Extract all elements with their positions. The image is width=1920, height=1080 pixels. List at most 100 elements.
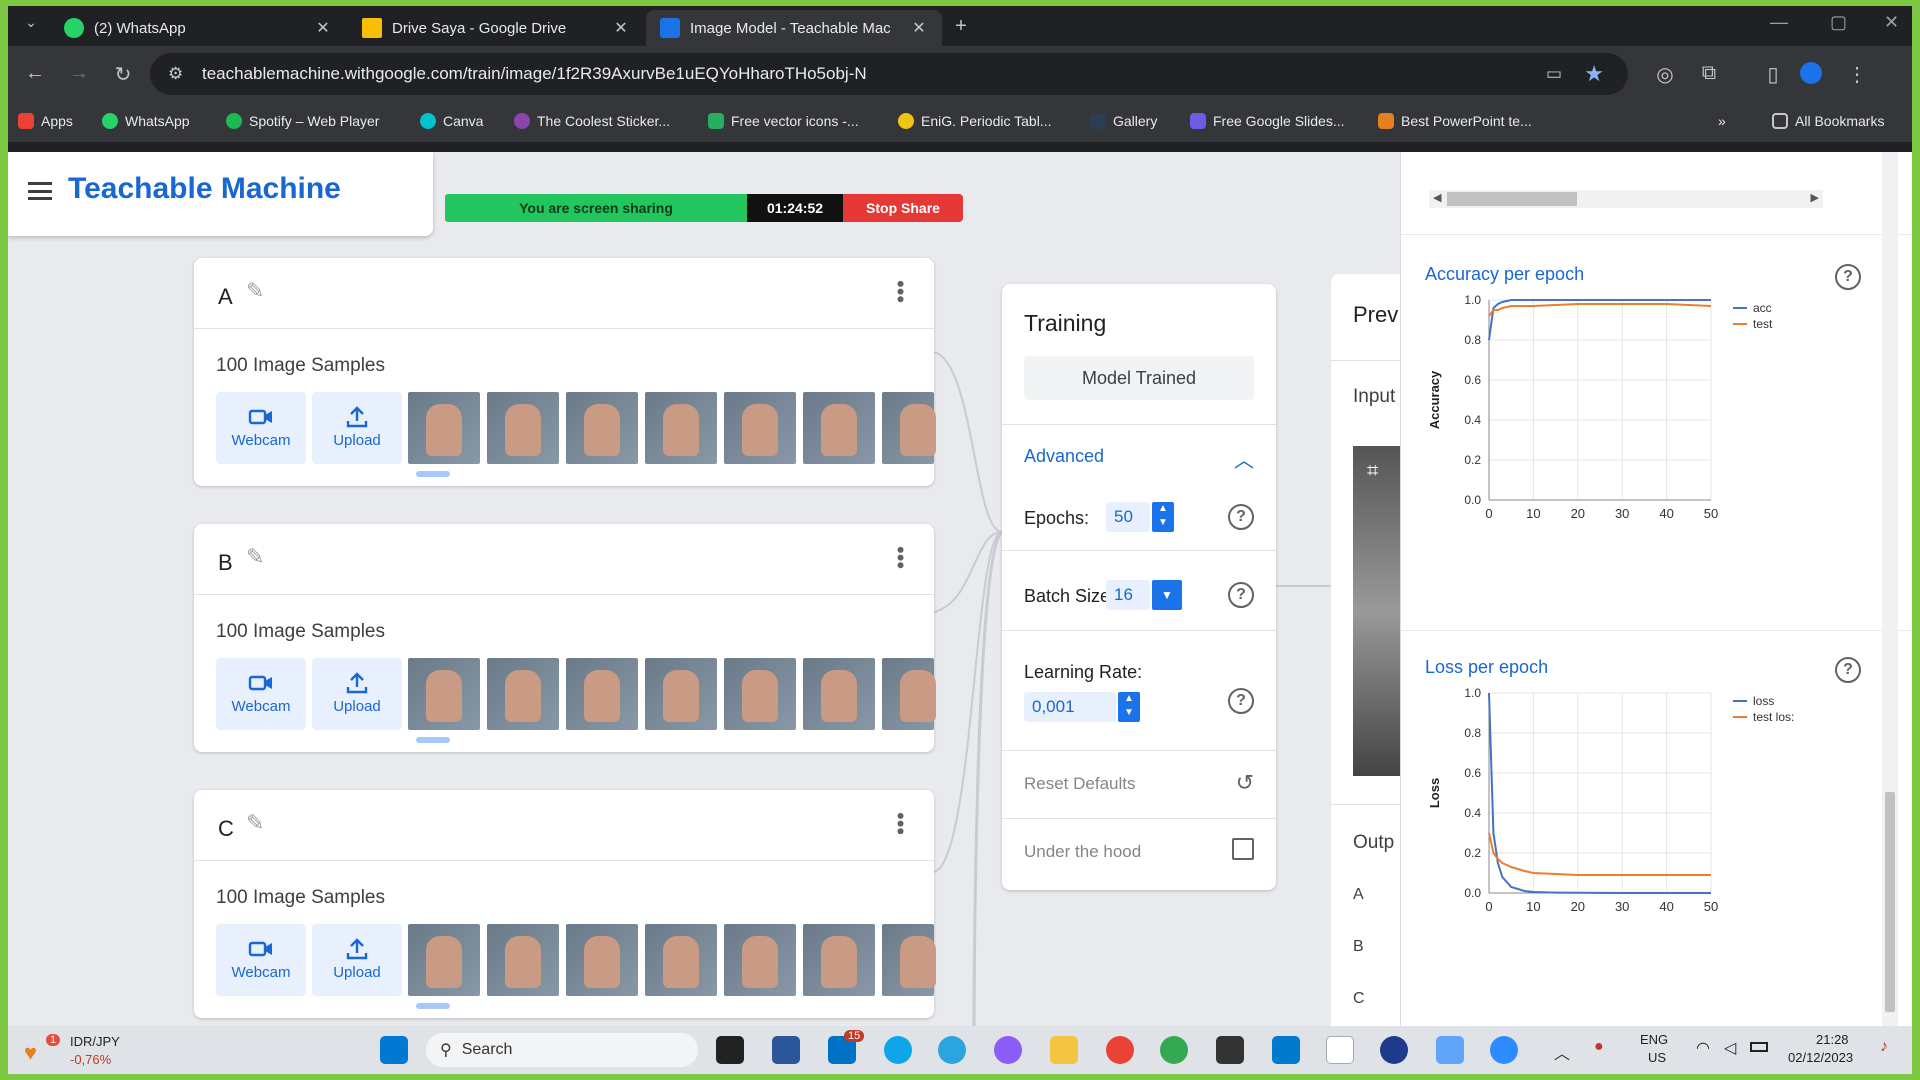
site-info-icon[interactable]: ⚙ (168, 64, 183, 84)
bookmark-apps[interactable]: Apps (18, 113, 73, 129)
scroll-left-icon[interactable]: ◀ (1433, 191, 1441, 204)
batch-size-help-icon[interactable]: ? (1228, 582, 1254, 608)
scroll-thumb[interactable] (1447, 192, 1577, 206)
edit-pencil-icon[interactable]: ✎ (246, 810, 264, 836)
epochs-stepper[interactable]: ▲ ▼ (1152, 502, 1174, 532)
wifi-icon[interactable]: ◠ (1696, 1038, 1710, 1058)
webcam-button[interactable]: Webcam (216, 658, 306, 730)
sample-thumbnail[interactable] (645, 658, 717, 730)
upload-button[interactable]: Upload (312, 658, 402, 730)
sample-thumbnail[interactable] (487, 392, 559, 464)
sample-scrollbar[interactable] (416, 737, 450, 743)
taskbar-search[interactable]: ⚲ Search (426, 1033, 698, 1067)
extension-icon[interactable]: ◎ (1652, 62, 1678, 87)
tab-teachable-machine[interactable]: Image Model - Teachable Mac ✕ (646, 10, 942, 46)
batch-size-select[interactable]: 16 (1106, 580, 1150, 610)
all-bookmarks[interactable]: All Bookmarks (1772, 113, 1884, 129)
webcam-button[interactable]: Webcam (216, 392, 306, 464)
profile-avatar[interactable] (1800, 62, 1822, 84)
class-options-icon[interactable]: ••• (888, 546, 913, 569)
tab-whatsapp[interactable]: (2) WhatsApp ✕ (50, 10, 346, 46)
file-explorer-icon[interactable] (1050, 1036, 1078, 1064)
bookmark-spotify[interactable]: Spotify – Web Player (226, 113, 379, 129)
app-circle-icon[interactable] (1380, 1036, 1408, 1064)
sample-thumbnail[interactable] (724, 924, 796, 996)
bookmark-star-icon[interactable]: ★ (1584, 61, 1604, 87)
train-model-button[interactable]: Model Trained (1024, 356, 1254, 400)
bookmark-powerpoint[interactable]: Best PowerPoint te... (1378, 113, 1532, 129)
sample-thumbnail[interactable] (408, 924, 480, 996)
loss-help-icon[interactable]: ? (1835, 657, 1861, 683)
sample-thumbnail[interactable] (882, 924, 936, 996)
accuracy-help-icon[interactable]: ? (1835, 264, 1861, 290)
class-options-icon[interactable]: ••• (888, 812, 913, 835)
stop-share-button[interactable]: Stop Share (843, 194, 963, 222)
class-name[interactable]: A (218, 284, 233, 310)
sample-thumbnail[interactable] (882, 392, 936, 464)
upload-button[interactable]: Upload (312, 924, 402, 996)
sample-thumbnail[interactable] (803, 392, 875, 464)
language-bottom[interactable]: US (1648, 1050, 1666, 1065)
scroll-right-icon[interactable]: ▶ (1811, 191, 1819, 204)
clock-date[interactable]: 02/12/2023 (1788, 1050, 1853, 1065)
sample-thumbnail[interactable] (566, 658, 638, 730)
back-icon[interactable]: ← (22, 62, 48, 85)
sample-thumbnail[interactable] (645, 392, 717, 464)
sample-scrollbar[interactable] (416, 471, 450, 477)
close-icon[interactable]: ✕ (314, 18, 332, 38)
bookmark-periodic[interactable]: EniG. Periodic Tabl... (898, 113, 1051, 129)
sample-thumbnail[interactable] (882, 658, 936, 730)
upload-button[interactable]: Upload (312, 392, 402, 464)
messenger-icon[interactable] (994, 1036, 1022, 1064)
zoom-icon[interactable] (1490, 1036, 1518, 1064)
vertical-scroll-thumb[interactable] (1885, 792, 1895, 1012)
tab-google-drive[interactable]: Drive Saya - Google Drive ✕ (348, 10, 644, 46)
epochs-help-icon[interactable]: ? (1228, 504, 1254, 530)
learning-rate-input[interactable]: 0,001 (1024, 692, 1116, 722)
sample-thumbnail[interactable] (803, 658, 875, 730)
sample-thumbnail[interactable] (487, 658, 559, 730)
weather-widget[interactable]: ♥ 1 IDR/JPY -0,76% (20, 1034, 130, 1068)
learning-rate-stepper[interactable]: ▲ ▼ (1118, 692, 1140, 722)
camera-icon[interactable]: ▭ (1546, 64, 1562, 84)
address-bar[interactable]: ⚙ teachablemachine.withgoogle.com/train/… (150, 53, 1628, 95)
edit-pencil-icon[interactable]: ✎ (246, 278, 264, 304)
new-tab-icon[interactable]: + (948, 15, 974, 38)
reload-icon[interactable]: ↻ (110, 62, 136, 87)
bookmark-google-slides[interactable]: Free Google Slides... (1190, 113, 1345, 129)
tray-chevron-icon[interactable]: ︿ (1554, 1040, 1570, 1064)
app-title[interactable]: Teachable Machine (68, 172, 341, 206)
sample-thumbnail[interactable] (566, 924, 638, 996)
bookmark-whatsapp[interactable]: WhatsApp (102, 113, 190, 129)
minimize-icon[interactable]: — (1770, 12, 1788, 33)
vscode-icon[interactable] (1272, 1036, 1300, 1064)
terminal-icon[interactable] (1216, 1036, 1244, 1064)
bar-chart-icon[interactable] (1232, 838, 1254, 860)
control-panel-icon[interactable] (1436, 1036, 1464, 1064)
sample-scrollbar[interactable] (416, 1003, 450, 1009)
sample-thumbnail[interactable] (645, 924, 717, 996)
bookmark-vector-icons[interactable]: Free vector icons -... (708, 113, 859, 129)
forward-icon[interactable]: → (66, 62, 92, 85)
notification-bell-icon[interactable]: ♪ (1880, 1038, 1888, 1056)
sample-thumbnail[interactable] (803, 924, 875, 996)
window-close-icon[interactable]: ✕ (1884, 12, 1899, 33)
store-icon[interactable] (772, 1036, 800, 1064)
edit-pencil-icon[interactable]: ✎ (246, 544, 264, 570)
advanced-toggle[interactable]: Advanced (1024, 446, 1104, 467)
bookmark-canva[interactable]: Canva (420, 113, 483, 129)
edge-icon[interactable] (884, 1036, 912, 1064)
sample-thumbnail[interactable] (408, 658, 480, 730)
bookmark-sticker[interactable]: The Coolest Sticker... (514, 113, 670, 129)
sample-thumbnail[interactable] (724, 392, 796, 464)
class-name[interactable]: C (218, 816, 234, 842)
bookmark-gallery[interactable]: Gallery (1090, 113, 1157, 129)
telegram-icon[interactable] (938, 1036, 966, 1064)
sample-thumbnail[interactable] (487, 924, 559, 996)
sample-thumbnail[interactable] (724, 658, 796, 730)
crop-icon[interactable]: ⌗ (1367, 460, 1378, 483)
hamburger-menu-icon[interactable] (28, 182, 52, 200)
puzzle-icon[interactable]: ⧉ (1696, 62, 1722, 85)
more-menu-icon[interactable]: ⋮ (1844, 62, 1870, 87)
clock-time[interactable]: 21:28 (1816, 1032, 1849, 1047)
